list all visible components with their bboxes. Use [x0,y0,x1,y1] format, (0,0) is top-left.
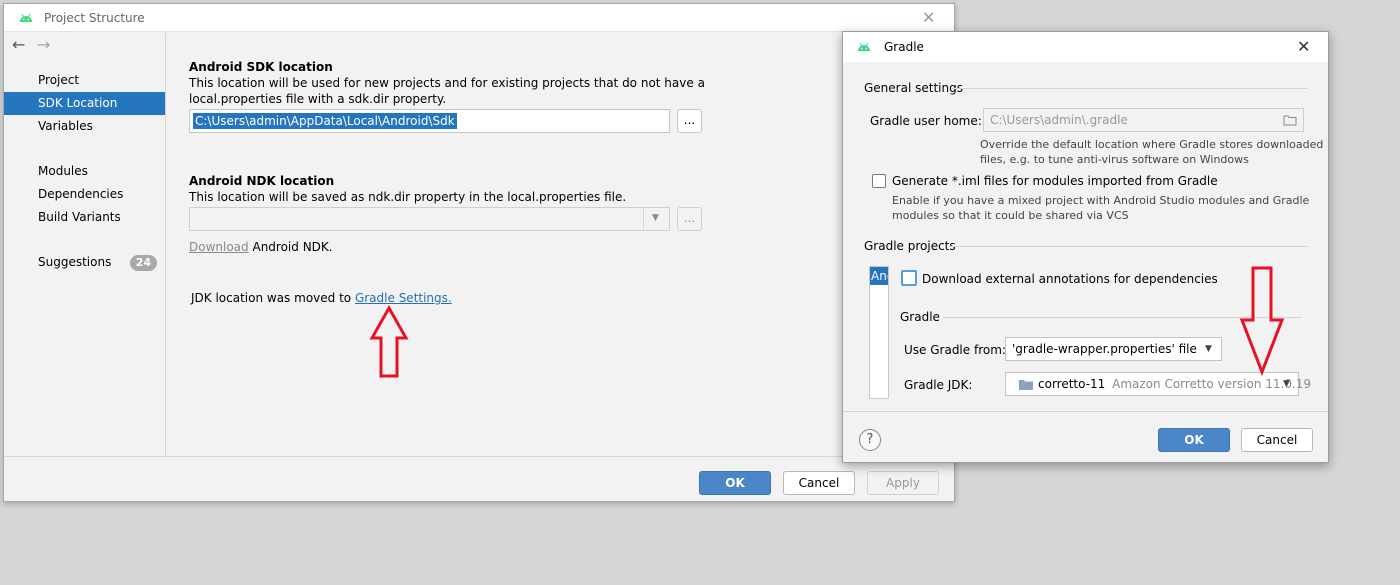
help-icon[interactable]: ? [859,429,881,451]
window-title: Project Structure [44,11,145,25]
gradle-titlebar: Gradle ✕ [843,32,1328,62]
ok-button[interactable]: OK [1158,428,1230,452]
sdk-browse-button[interactable]: ... [677,109,702,133]
ndk-description: This location will be saved as ndk.dir p… [189,190,627,204]
sidebar-item-modules[interactable]: Modules [4,160,165,183]
gradle-section-title: Gradle [900,310,940,324]
gradle-projects-title: Gradle projects [864,239,956,253]
gradle-jdk-name: corretto-11 [1038,377,1106,391]
gradle-user-home-value: C:\Users\admin\.gradle [990,113,1128,127]
sidebar-item-build-variants[interactable]: Build Variants [4,206,165,229]
chevron-down-icon[interactable]: ▼ [652,213,659,223]
gradle-settings-dialog: Gradle ✕ General settings Gradle user ho… [842,31,1329,463]
annotation-up-arrow [369,304,409,378]
download-annotations-label: Download external annotations for depend… [922,272,1218,286]
android-logo-icon [858,42,870,51]
sidebar-item-suggestions[interactable]: Suggestions 24 [4,251,165,274]
sidebar-item-label: Project [38,73,80,87]
project-structure-window: Project Structure ✕ ← → Project SDK Loca… [3,3,955,502]
gradle-dialog-title: Gradle [884,40,924,54]
close-icon[interactable]: ✕ [1297,39,1310,55]
sidebar-item-dependencies[interactable]: Dependencies [4,183,165,206]
download-ndk-text: Android NDK. [252,240,333,254]
sdk-location-panel: Android SDK location This location will … [167,33,954,456]
sidebar-item-label: SDK Location [38,96,118,110]
gradle-user-home-label: Gradle user home: [870,114,982,128]
separator [843,411,1328,412]
gradle-jdk-label: Gradle JDK: [904,378,973,392]
sidebar-item-label: Modules [38,164,88,178]
gradle-user-home-hint-line2: files, e.g. to tune anti-virus software … [980,153,1249,166]
project-structure-titlebar: Project Structure ✕ [4,4,954,32]
use-gradle-from-label: Use Gradle from: [904,343,1006,357]
generate-iml-checkbox[interactable] [872,174,886,188]
gradle-user-home-input[interactable]: C:\Users\admin\.gradle [983,108,1304,132]
sidebar-item-label: Variables [38,119,93,133]
ndk-path-combo[interactable]: ▼ [189,207,670,231]
chevron-down-icon[interactable]: ▼ [1283,373,1290,395]
separator [951,88,1308,89]
sidebar-item-variables[interactable]: Variables [4,115,165,138]
sidebar-item-label: Suggestions [38,255,112,269]
ndk-section-title: Android NDK location [189,174,335,188]
sdk-section-title: Android SDK location [189,60,333,74]
ok-button[interactable]: OK [699,471,771,495]
annotation-down-arrow [1239,266,1285,377]
android-logo-icon [20,13,32,22]
folder-icon[interactable] [1283,114,1297,126]
chevron-down-icon[interactable]: ▼ [1205,338,1212,360]
suggestions-count-badge: 24 [129,255,157,271]
back-arrow-icon[interactable]: ← [12,35,25,54]
general-settings-title: General settings [864,81,963,95]
sidebar: ← → Project SDK Location Variables Modul… [4,33,166,456]
apply-button[interactable]: Apply [867,471,939,495]
combo-divider [643,208,644,230]
gradle-jdk-select[interactable]: corretto-11 Amazon Corretto version 11.0… [1005,372,1311,396]
cancel-button[interactable]: Cancel [783,471,855,495]
use-gradle-from-value: 'gradle-wrapper.properties' file [1012,342,1197,356]
generate-iml-hint-line2: modules so that it could be shared via V… [892,209,1129,222]
gradle-jdk-version: Amazon Corretto version 11.0.19 [1112,377,1312,391]
download-ndk-link[interactable]: Download [189,240,249,254]
gradle-settings-link[interactable]: Gradle Settings. [355,291,452,305]
sidebar-item-label: Dependencies [38,187,124,201]
gradle-project-item[interactable]: Anc [870,267,888,285]
generate-iml-label: Generate *.iml files for modules importe… [892,174,1218,188]
gradle-projects-list[interactable]: Anc [869,266,889,399]
generate-iml-hint-line1: Enable if you have a mixed project with … [892,194,1310,207]
sdk-path-value: C:\Users\admin\AppData\Local\Android\Sdk [193,113,457,129]
cancel-button[interactable]: Cancel [1241,428,1313,452]
jdk-moved-row: JDK location was moved to Gradle Setting… [191,291,452,305]
jdk-moved-text: JDK location was moved to [191,291,352,305]
use-gradle-from-select[interactable]: 'gradle-wrapper.properties' file ▼ [1005,337,1222,361]
separator [949,246,1308,247]
sidebar-item-sdk-location[interactable]: SDK Location [4,92,165,115]
sidebar-item-label: Build Variants [38,210,121,224]
ndk-download-row: Download Android NDK. [189,240,333,254]
jdk-folder-icon [1019,380,1033,390]
sdk-path-input[interactable]: C:\Users\admin\AppData\Local\Android\Sdk [189,109,670,133]
forward-arrow-icon[interactable]: → [37,35,50,54]
dialog-footer: OK Cancel Apply [4,456,954,501]
sdk-description-line1: This location will be used for new proje… [189,76,705,90]
gradle-user-home-hint-line1: Override the default location where Grad… [980,138,1324,151]
ndk-browse-button[interactable]: ... [677,207,702,231]
close-icon[interactable]: ✕ [922,10,935,26]
sidebar-item-project[interactable]: Project [4,69,165,92]
download-annotations-checkbox[interactable] [901,270,917,286]
sdk-description-line2: local.properties file with a sdk.dir pro… [189,92,447,106]
